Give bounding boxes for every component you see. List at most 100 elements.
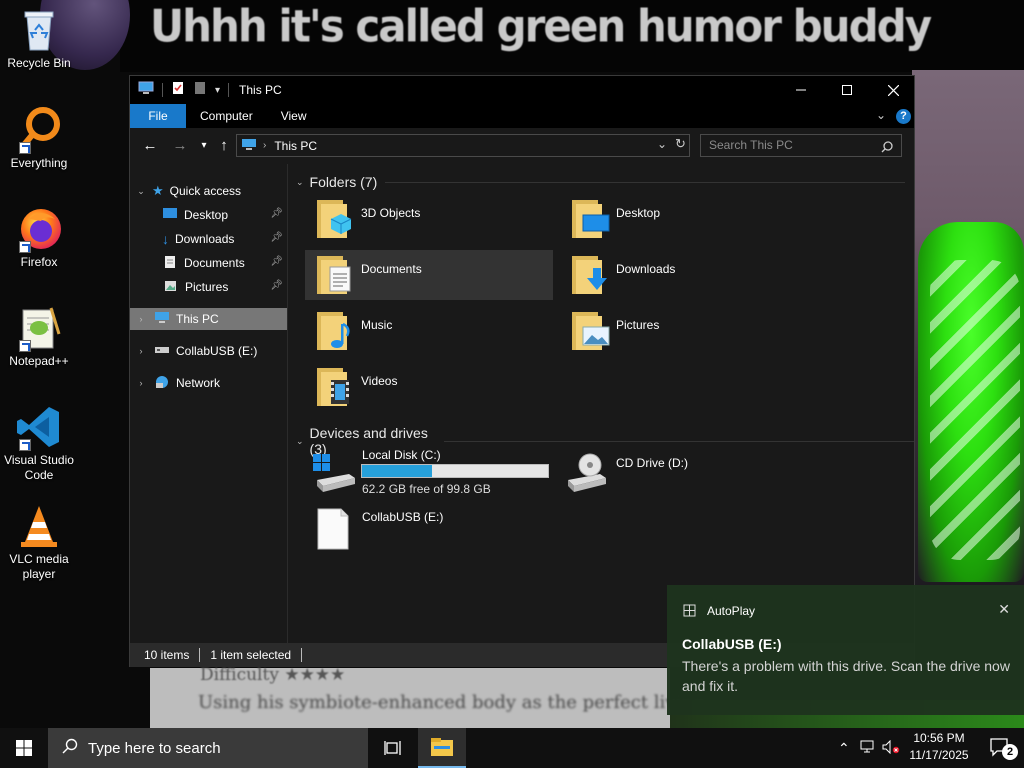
- network-icon: [154, 375, 170, 392]
- volume-muted-icon[interactable]: [882, 739, 900, 757]
- desktop-icon-label: Recycle Bin: [7, 56, 71, 70]
- folder-3d-objects[interactable]: 3D Objects: [305, 194, 553, 244]
- folder-label: Videos: [361, 374, 398, 388]
- pin-icon: 📌︎: [270, 256, 283, 267]
- desktop-icon-recycle-bin[interactable]: Recycle Bin: [0, 6, 78, 71]
- file-explorer-icon: [431, 738, 453, 756]
- blank-drive-icon: [317, 508, 349, 553]
- desktop-icon-firefox[interactable]: Firefox: [0, 205, 78, 270]
- title-bar[interactable]: ▾ This PC: [130, 76, 914, 104]
- cd-drive-icon: [564, 452, 610, 497]
- chevron-right-icon[interactable]: ›: [136, 314, 146, 324]
- notification-title: CollabUSB (E:): [682, 636, 782, 652]
- back-button[interactable]: ←: [140, 136, 160, 156]
- notification-app-name: AutoPlay: [707, 604, 756, 618]
- sidebar-item-label: Downloads: [175, 232, 235, 246]
- tab-computer[interactable]: Computer: [186, 104, 267, 128]
- sidebar-item-quick-access[interactable]: ⌄ ★ Quick access: [130, 180, 287, 202]
- navigation-pane: ⌄ ★ Quick access Desktop 📌︎ ↓ Downloads …: [130, 164, 288, 643]
- folder-videos[interactable]: Videos: [305, 362, 553, 412]
- folder-label: Music: [361, 318, 393, 332]
- refresh-icon[interactable]: ↻: [675, 136, 686, 152]
- chevron-right-icon[interactable]: ›: [136, 346, 146, 356]
- folder-music[interactable]: Music: [305, 306, 553, 356]
- wallpaper-caption: Uhhh it's called green humor buddy: [150, 0, 932, 53]
- recycle-bin-icon: [15, 6, 63, 54]
- action-center-button[interactable]: 2: [978, 728, 1024, 768]
- drive-label: CD Drive (D:): [616, 456, 688, 470]
- drive-usage-bar: [361, 464, 549, 478]
- chevron-down-icon[interactable]: ⌄: [136, 186, 146, 197]
- chevron-down-icon[interactable]: ⌄: [296, 436, 304, 447]
- firefox-icon: [15, 205, 63, 253]
- music-folder-icon: [315, 310, 351, 350]
- desktop-icon-label: Everything: [10, 156, 68, 170]
- search-placeholder: Type here to search: [88, 739, 221, 757]
- sidebar-item-label: Documents: [184, 256, 245, 270]
- desktop-icon-vlc[interactable]: VLC media player: [0, 502, 78, 582]
- drive-usb-e[interactable]: CollabUSB (E:): [305, 504, 555, 560]
- network-status-icon[interactable]: [860, 740, 878, 757]
- tab-view[interactable]: View: [267, 104, 321, 128]
- sidebar-item-label: Quick access: [169, 184, 242, 198]
- this-pc-icon: [154, 311, 170, 327]
- drive-free-space: 62.2 GB free of 99.8 GB: [362, 482, 491, 496]
- expand-ribbon-icon[interactable]: ⌄: [876, 108, 886, 122]
- autoplay-notification[interactable]: AutoPlay ✕ CollabUSB (E:) There's a prob…: [667, 585, 1024, 715]
- forward-button[interactable]: →: [170, 136, 190, 156]
- drive-local-disk-c[interactable]: Local Disk (C:) 62.2 GB free of 99.8 GB: [305, 446, 555, 502]
- file-explorer-window[interactable]: ▾ This PC File Computer View ⌄ ? ← → ▾ ↑…: [129, 75, 915, 667]
- taskbar-clock[interactable]: 10:56 PM 11/17/2025: [904, 730, 974, 764]
- chevron-right-icon[interactable]: ›: [136, 378, 146, 388]
- folders-group-header[interactable]: ⌄ Folders (7): [296, 174, 906, 190]
- properties-icon[interactable]: [171, 81, 185, 100]
- folder-downloads[interactable]: Downloads: [560, 250, 808, 300]
- pin-icon: 📌︎: [270, 280, 283, 291]
- task-view-button[interactable]: [370, 728, 416, 768]
- group-divider: [444, 440, 914, 442]
- sidebar-item-this-pc[interactable]: › This PC: [130, 308, 287, 330]
- taskbar-search-box[interactable]: Type here to search: [48, 728, 368, 768]
- task-view-icon: [384, 741, 401, 755]
- new-folder-icon[interactable]: [193, 81, 207, 100]
- recent-locations-button[interactable]: ▾: [194, 136, 214, 156]
- desktop-icon-notepadpp[interactable]: Notepad++: [0, 304, 78, 369]
- minimize-button[interactable]: [778, 76, 824, 104]
- close-icon[interactable]: ✕: [998, 601, 1010, 618]
- sidebar-item-pictures[interactable]: Pictures 📌︎: [130, 276, 287, 298]
- folder-desktop[interactable]: Desktop: [560, 194, 808, 244]
- folder-label: Pictures: [616, 318, 660, 332]
- download-arrow-icon: ↓: [162, 231, 169, 247]
- up-button[interactable]: ↑: [214, 136, 234, 156]
- tab-file[interactable]: File: [130, 104, 186, 128]
- address-bar[interactable]: › This PC ⌄ ↻: [236, 134, 690, 157]
- videos-folder-icon: [315, 366, 351, 406]
- chevron-up-icon[interactable]: ⌃: [838, 740, 850, 757]
- notification-badge: 2: [1002, 744, 1018, 760]
- sidebar-item-documents[interactable]: Documents 📌︎: [130, 252, 287, 274]
- start-button[interactable]: [0, 728, 48, 768]
- help-icon[interactable]: ?: [896, 109, 911, 124]
- address-dropdown-icon[interactable]: ⌄: [657, 137, 667, 151]
- breadcrumb[interactable]: This PC: [274, 139, 317, 153]
- customize-quick-access-icon[interactable]: ▾: [215, 85, 220, 96]
- maximize-button[interactable]: [824, 76, 870, 104]
- group-title: Folders (7): [309, 174, 378, 190]
- taskbar-file-explorer[interactable]: [418, 728, 466, 768]
- document-icon: [164, 255, 176, 272]
- folder-pictures[interactable]: Pictures: [560, 306, 808, 356]
- navigation-bar: ← → ▾ ↑ › This PC ⌄ ↻ Search This PC: [130, 128, 914, 164]
- folder-documents[interactable]: Documents: [305, 250, 553, 300]
- this-pc-icon: [138, 81, 154, 100]
- autoplay-icon: [683, 604, 696, 622]
- sidebar-item-usb[interactable]: › CollabUSB (E:): [130, 340, 287, 362]
- search-input[interactable]: Search This PC: [700, 134, 902, 157]
- desktop-icon-everything[interactable]: Everything: [0, 106, 78, 171]
- drive-cd-d[interactable]: CD Drive (D:): [560, 446, 810, 502]
- close-button[interactable]: [870, 76, 916, 104]
- sidebar-item-downloads[interactable]: ↓ Downloads 📌︎: [130, 228, 287, 250]
- desktop-icon-vscode[interactable]: Visual Studio Code: [0, 403, 78, 483]
- sidebar-item-desktop[interactable]: Desktop 📌︎: [130, 204, 287, 226]
- chevron-down-icon[interactable]: ⌄: [296, 177, 304, 188]
- sidebar-item-network[interactable]: › Network: [130, 372, 287, 394]
